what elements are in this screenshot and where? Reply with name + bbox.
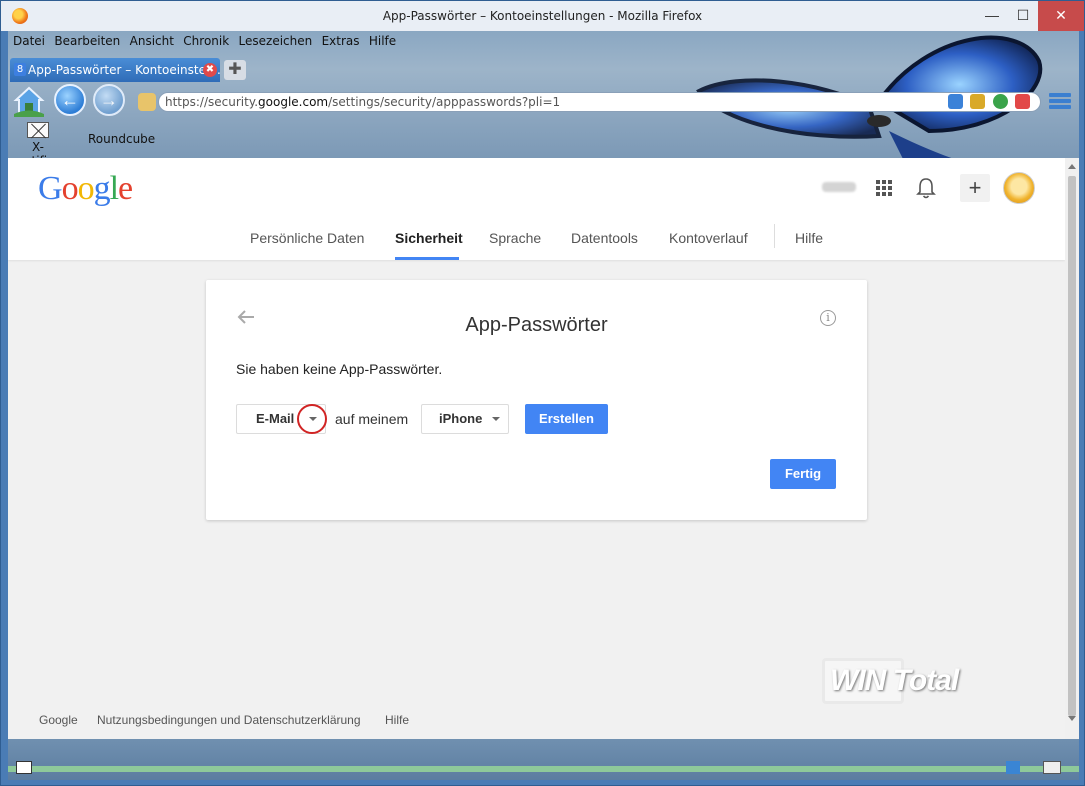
close-window-button[interactable]: ✕ bbox=[1038, 1, 1084, 31]
url-domain: google.com bbox=[258, 95, 329, 109]
back-arrow-icon: ← bbox=[61, 90, 79, 110]
adblock-addon-icon[interactable] bbox=[1015, 94, 1031, 109]
menu-chronik[interactable]: Chronik bbox=[183, 34, 229, 48]
menu-hilfe[interactable]: Hilfe bbox=[369, 34, 396, 48]
bookmark-xnotifier[interactable]: X-notifier bbox=[13, 120, 63, 158]
xnotifier-icon bbox=[27, 122, 49, 138]
home-icon[interactable] bbox=[12, 83, 46, 117]
footer-help-link[interactable]: Hilfe bbox=[385, 713, 409, 727]
menu-ansicht[interactable]: Ansicht bbox=[130, 34, 174, 48]
google-header: Google + Persönliche Daten Sicherheit Sp… bbox=[8, 158, 1065, 260]
lock-icon[interactable] bbox=[138, 93, 156, 111]
create-button[interactable]: Erstellen bbox=[525, 404, 608, 434]
tab-kontoverlauf[interactable]: Kontoverlauf bbox=[669, 230, 748, 246]
tab-sicherheit[interactable]: Sicherheit bbox=[395, 230, 463, 246]
url-bar[interactable]: https://security.google.com/settings/sec… bbox=[158, 92, 1041, 112]
device-select-value: iPhone bbox=[439, 411, 483, 426]
device-select[interactable]: iPhone bbox=[421, 404, 509, 434]
status-bar bbox=[8, 739, 1079, 780]
status-strip bbox=[8, 766, 1079, 772]
tab-hilfe[interactable]: Hilfe bbox=[795, 230, 823, 246]
wintotal-watermark: WIN Total bbox=[822, 656, 982, 708]
bookmark-xnotifier-label: X-notifier bbox=[17, 140, 60, 158]
google-favicon-icon: 8 bbox=[14, 63, 26, 76]
chevron-down-icon[interactable] bbox=[492, 417, 500, 421]
menu-hamburger-icon[interactable] bbox=[1049, 93, 1071, 113]
notifications-bell-icon[interactable] bbox=[916, 177, 936, 199]
tab-sprache[interactable]: Sprache bbox=[489, 230, 541, 246]
window-title: App-Passwörter – Kontoeinstellungen - Mo… bbox=[382, 9, 703, 23]
menu-bar: Datei Bearbeiten Ansicht Chronik Lesezei… bbox=[8, 34, 397, 54]
nav-divider bbox=[774, 224, 775, 248]
menu-bearbeiten[interactable]: Bearbeiten bbox=[54, 34, 120, 48]
page-footer: Google Nutzungsbedingungen und Datenschu… bbox=[8, 711, 1065, 739]
avatar[interactable] bbox=[1003, 172, 1035, 204]
status-addon-icon[interactable] bbox=[1006, 761, 1020, 774]
reload-addon-icon[interactable] bbox=[992, 94, 1008, 109]
forward-button[interactable]: → bbox=[93, 84, 125, 116]
xnotifier-status-icon[interactable] bbox=[1043, 761, 1061, 774]
annotation-circle bbox=[297, 404, 327, 434]
google-logo[interactable]: Google bbox=[38, 170, 133, 208]
connector-text: auf meinem bbox=[335, 411, 409, 427]
menu-lesezeichen[interactable]: Lesezeichen bbox=[239, 34, 313, 48]
app-passwords-card: App-Passwörter i Sie haben keine App-Pas… bbox=[206, 280, 867, 520]
urlbar-addon-icons bbox=[948, 94, 1034, 110]
menu-datei[interactable]: Datei bbox=[13, 34, 45, 48]
vertical-scrollbar[interactable] bbox=[1065, 158, 1079, 739]
footer-google-link[interactable]: Google bbox=[39, 713, 78, 727]
menu-extras[interactable]: Extras bbox=[322, 34, 360, 48]
url-prefix: https://security. bbox=[165, 95, 259, 109]
new-tab-button[interactable]: ✚ bbox=[224, 60, 246, 80]
info-icon[interactable]: i bbox=[820, 310, 836, 326]
info-addon-icon[interactable] bbox=[948, 94, 963, 109]
blurred-username bbox=[822, 182, 856, 192]
filter-addon-icon[interactable] bbox=[970, 94, 986, 109]
tab-app-passwoerter[interactable]: 8 App-Passwörter – Kontoeinstel... ✖ bbox=[10, 58, 220, 82]
back-button[interactable]: ← bbox=[54, 84, 86, 116]
tab-persoenliche-daten[interactable]: Persönliche Daten bbox=[250, 230, 364, 246]
page-title: App-Passwörter bbox=[465, 314, 608, 336]
url-suffix: /settings/security/apppasswords?pli=1 bbox=[328, 95, 561, 109]
scroll-up-icon[interactable] bbox=[1068, 164, 1076, 169]
share-plus-button[interactable]: + bbox=[960, 174, 990, 202]
firefox-window: App-Passwörter – Kontoeinstellungen - Mo… bbox=[0, 0, 1085, 786]
tab-datentools[interactable]: Datentools bbox=[571, 230, 638, 246]
footer-terms-link[interactable]: Nutzungsbedingungen und Datenschutzerklä… bbox=[97, 713, 361, 727]
scroll-thumb[interactable] bbox=[1068, 176, 1076, 716]
title-bar: App-Passwörter – Kontoeinstellungen - Mo… bbox=[1, 1, 1084, 31]
tab-label: App-Passwörter – Kontoeinstel... bbox=[28, 63, 220, 77]
scroll-down-icon[interactable] bbox=[1068, 716, 1076, 721]
status-window-icon[interactable] bbox=[16, 761, 32, 774]
active-tab-indicator bbox=[395, 257, 459, 260]
done-button[interactable]: Fertig bbox=[770, 459, 836, 489]
account-nav: Persönliche Daten Sicherheit Sprache Dat… bbox=[8, 224, 1065, 260]
page-content: Google + Persönliche Daten Sicherheit Sp… bbox=[8, 158, 1079, 739]
app-select-value: E-Mail bbox=[256, 411, 295, 426]
tab-close-icon[interactable]: ✖ bbox=[203, 63, 217, 77]
watermark-text: WIN Total bbox=[830, 664, 959, 697]
browser-toolbar: Datei Bearbeiten Ansicht Chronik Lesezei… bbox=[8, 31, 1079, 158]
forward-arrow-icon: → bbox=[100, 90, 118, 110]
bookmark-roundcube[interactable]: Roundcube bbox=[88, 132, 155, 146]
apps-grid-icon[interactable] bbox=[876, 180, 892, 196]
empty-state-message: Sie haben keine App-Passwörter. bbox=[236, 361, 443, 377]
